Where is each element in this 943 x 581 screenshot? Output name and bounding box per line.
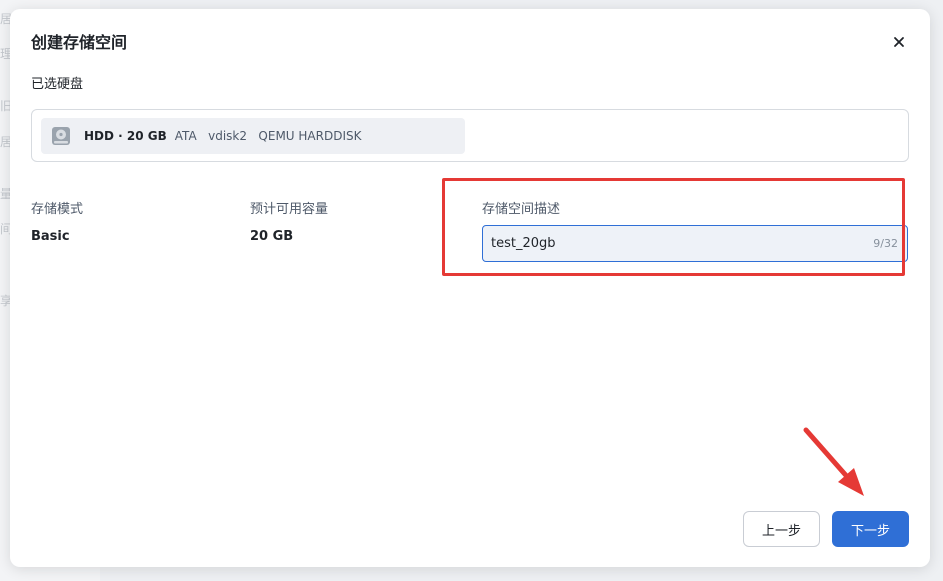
estimated-capacity-value: 20 GB: [250, 229, 294, 244]
character-counter: 9/32: [873, 237, 898, 250]
close-button[interactable]: [888, 31, 910, 53]
storage-mode-value: Basic: [31, 229, 70, 244]
next-step-button[interactable]: 下一步: [832, 511, 909, 547]
selected-disks-label: 已选硬盘: [31, 77, 84, 92]
selected-disks-box: HDD · 20 GB ATA vdisk2 QEMU HARDDISK: [31, 109, 909, 162]
estimated-capacity-label: 预计可用容量: [250, 202, 329, 217]
description-input[interactable]: [483, 227, 874, 260]
disk-name: HDD · 20 GB: [84, 129, 167, 143]
description-field: 9/32: [482, 225, 908, 262]
previous-step-button[interactable]: 上一步: [743, 511, 820, 547]
disk-details: ATA vdisk2 QEMU HARDDISK: [174, 129, 362, 143]
description-label: 存储空间描述: [482, 202, 561, 217]
create-storage-dialog: 创建存储空间 已选硬盘 HDD · 20 GB ATA vdisk2 QEMU …: [10, 9, 930, 567]
disk-item: HDD · 20 GB ATA vdisk2 QEMU HARDDISK: [41, 118, 465, 154]
close-icon: [894, 37, 904, 47]
hard-disk-icon: [50, 125, 72, 147]
dialog-title: 创建存储空间: [31, 33, 128, 52]
storage-mode-label: 存储模式: [31, 202, 84, 217]
